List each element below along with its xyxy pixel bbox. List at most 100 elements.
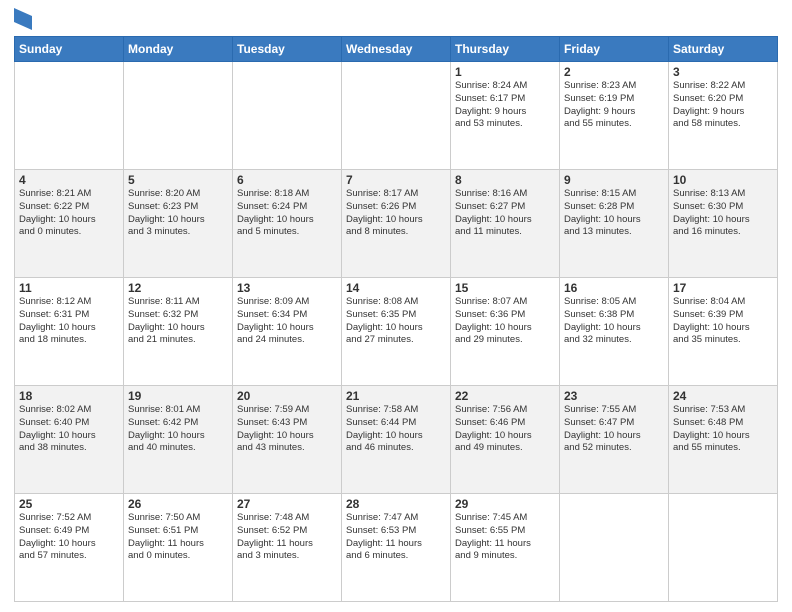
calendar-cell: 27Sunrise: 7:48 AM Sunset: 6:52 PM Dayli…	[233, 494, 342, 602]
calendar-cell: 9Sunrise: 8:15 AM Sunset: 6:28 PM Daylig…	[560, 170, 669, 278]
day-info: Sunrise: 8:16 AM Sunset: 6:27 PM Dayligh…	[455, 188, 555, 239]
day-number: 11	[19, 281, 119, 295]
calendar-cell: 16Sunrise: 8:05 AM Sunset: 6:38 PM Dayli…	[560, 278, 669, 386]
day-number: 9	[564, 173, 664, 187]
day-number: 10	[673, 173, 773, 187]
day-number: 28	[346, 497, 446, 511]
week-row-0: 1Sunrise: 8:24 AM Sunset: 6:17 PM Daylig…	[15, 62, 778, 170]
weekday-header-row: SundayMondayTuesdayWednesdayThursdayFrid…	[15, 37, 778, 62]
calendar-cell: 29Sunrise: 7:45 AM Sunset: 6:55 PM Dayli…	[451, 494, 560, 602]
day-info: Sunrise: 8:18 AM Sunset: 6:24 PM Dayligh…	[237, 188, 337, 239]
day-info: Sunrise: 8:13 AM Sunset: 6:30 PM Dayligh…	[673, 188, 773, 239]
calendar-cell: 8Sunrise: 8:16 AM Sunset: 6:27 PM Daylig…	[451, 170, 560, 278]
day-info: Sunrise: 8:12 AM Sunset: 6:31 PM Dayligh…	[19, 296, 119, 347]
calendar-cell: 25Sunrise: 7:52 AM Sunset: 6:49 PM Dayli…	[15, 494, 124, 602]
logo	[14, 10, 32, 30]
calendar-cell: 21Sunrise: 7:58 AM Sunset: 6:44 PM Dayli…	[342, 386, 451, 494]
calendar-cell: 7Sunrise: 8:17 AM Sunset: 6:26 PM Daylig…	[342, 170, 451, 278]
day-number: 14	[346, 281, 446, 295]
day-info: Sunrise: 7:48 AM Sunset: 6:52 PM Dayligh…	[237, 512, 337, 563]
day-number: 29	[455, 497, 555, 511]
day-number: 26	[128, 497, 228, 511]
calendar-cell: 13Sunrise: 8:09 AM Sunset: 6:34 PM Dayli…	[233, 278, 342, 386]
calendar-cell	[124, 62, 233, 170]
day-info: Sunrise: 8:20 AM Sunset: 6:23 PM Dayligh…	[128, 188, 228, 239]
logo-icon	[14, 8, 32, 30]
weekday-header-tuesday: Tuesday	[233, 37, 342, 62]
calendar-cell: 3Sunrise: 8:22 AM Sunset: 6:20 PM Daylig…	[669, 62, 778, 170]
header	[14, 10, 778, 30]
day-info: Sunrise: 8:01 AM Sunset: 6:42 PM Dayligh…	[128, 404, 228, 455]
day-info: Sunrise: 8:05 AM Sunset: 6:38 PM Dayligh…	[564, 296, 664, 347]
calendar-cell: 4Sunrise: 8:21 AM Sunset: 6:22 PM Daylig…	[15, 170, 124, 278]
day-info: Sunrise: 8:17 AM Sunset: 6:26 PM Dayligh…	[346, 188, 446, 239]
weekday-header-thursday: Thursday	[451, 37, 560, 62]
calendar-cell: 18Sunrise: 8:02 AM Sunset: 6:40 PM Dayli…	[15, 386, 124, 494]
week-row-4: 25Sunrise: 7:52 AM Sunset: 6:49 PM Dayli…	[15, 494, 778, 602]
day-number: 2	[564, 65, 664, 79]
day-info: Sunrise: 8:07 AM Sunset: 6:36 PM Dayligh…	[455, 296, 555, 347]
day-number: 4	[19, 173, 119, 187]
day-number: 22	[455, 389, 555, 403]
day-number: 3	[673, 65, 773, 79]
day-number: 24	[673, 389, 773, 403]
calendar-cell: 24Sunrise: 7:53 AM Sunset: 6:48 PM Dayli…	[669, 386, 778, 494]
day-number: 15	[455, 281, 555, 295]
day-info: Sunrise: 8:21 AM Sunset: 6:22 PM Dayligh…	[19, 188, 119, 239]
weekday-header-monday: Monday	[124, 37, 233, 62]
calendar-cell: 20Sunrise: 7:59 AM Sunset: 6:43 PM Dayli…	[233, 386, 342, 494]
calendar-table: SundayMondayTuesdayWednesdayThursdayFrid…	[14, 36, 778, 602]
day-number: 13	[237, 281, 337, 295]
day-number: 18	[19, 389, 119, 403]
day-info: Sunrise: 8:08 AM Sunset: 6:35 PM Dayligh…	[346, 296, 446, 347]
weekday-header-friday: Friday	[560, 37, 669, 62]
day-info: Sunrise: 8:24 AM Sunset: 6:17 PM Dayligh…	[455, 80, 555, 131]
calendar-cell: 11Sunrise: 8:12 AM Sunset: 6:31 PM Dayli…	[15, 278, 124, 386]
weekday-header-wednesday: Wednesday	[342, 37, 451, 62]
day-number: 25	[19, 497, 119, 511]
calendar-cell: 17Sunrise: 8:04 AM Sunset: 6:39 PM Dayli…	[669, 278, 778, 386]
calendar-cell: 2Sunrise: 8:23 AM Sunset: 6:19 PM Daylig…	[560, 62, 669, 170]
day-number: 27	[237, 497, 337, 511]
day-number: 1	[455, 65, 555, 79]
day-info: Sunrise: 7:52 AM Sunset: 6:49 PM Dayligh…	[19, 512, 119, 563]
weekday-header-sunday: Sunday	[15, 37, 124, 62]
week-row-3: 18Sunrise: 8:02 AM Sunset: 6:40 PM Dayli…	[15, 386, 778, 494]
day-number: 21	[346, 389, 446, 403]
calendar-cell: 15Sunrise: 8:07 AM Sunset: 6:36 PM Dayli…	[451, 278, 560, 386]
day-info: Sunrise: 8:02 AM Sunset: 6:40 PM Dayligh…	[19, 404, 119, 455]
calendar-cell: 22Sunrise: 7:56 AM Sunset: 6:46 PM Dayli…	[451, 386, 560, 494]
day-number: 17	[673, 281, 773, 295]
calendar-cell: 28Sunrise: 7:47 AM Sunset: 6:53 PM Dayli…	[342, 494, 451, 602]
calendar-cell: 23Sunrise: 7:55 AM Sunset: 6:47 PM Dayli…	[560, 386, 669, 494]
week-row-1: 4Sunrise: 8:21 AM Sunset: 6:22 PM Daylig…	[15, 170, 778, 278]
day-number: 7	[346, 173, 446, 187]
day-number: 20	[237, 389, 337, 403]
day-info: Sunrise: 8:22 AM Sunset: 6:20 PM Dayligh…	[673, 80, 773, 131]
day-info: Sunrise: 8:15 AM Sunset: 6:28 PM Dayligh…	[564, 188, 664, 239]
day-number: 8	[455, 173, 555, 187]
weekday-header-saturday: Saturday	[669, 37, 778, 62]
day-info: Sunrise: 7:56 AM Sunset: 6:46 PM Dayligh…	[455, 404, 555, 455]
day-number: 5	[128, 173, 228, 187]
day-info: Sunrise: 8:04 AM Sunset: 6:39 PM Dayligh…	[673, 296, 773, 347]
day-info: Sunrise: 7:53 AM Sunset: 6:48 PM Dayligh…	[673, 404, 773, 455]
calendar-cell: 10Sunrise: 8:13 AM Sunset: 6:30 PM Dayli…	[669, 170, 778, 278]
calendar-cell	[560, 494, 669, 602]
day-info: Sunrise: 7:58 AM Sunset: 6:44 PM Dayligh…	[346, 404, 446, 455]
calendar-cell	[233, 62, 342, 170]
day-info: Sunrise: 7:45 AM Sunset: 6:55 PM Dayligh…	[455, 512, 555, 563]
day-number: 23	[564, 389, 664, 403]
day-info: Sunrise: 7:59 AM Sunset: 6:43 PM Dayligh…	[237, 404, 337, 455]
day-info: Sunrise: 7:47 AM Sunset: 6:53 PM Dayligh…	[346, 512, 446, 563]
day-number: 16	[564, 281, 664, 295]
calendar-cell: 14Sunrise: 8:08 AM Sunset: 6:35 PM Dayli…	[342, 278, 451, 386]
calendar-cell: 6Sunrise: 8:18 AM Sunset: 6:24 PM Daylig…	[233, 170, 342, 278]
calendar-cell: 1Sunrise: 8:24 AM Sunset: 6:17 PM Daylig…	[451, 62, 560, 170]
day-info: Sunrise: 7:50 AM Sunset: 6:51 PM Dayligh…	[128, 512, 228, 563]
page: SundayMondayTuesdayWednesdayThursdayFrid…	[0, 0, 792, 612]
day-info: Sunrise: 8:23 AM Sunset: 6:19 PM Dayligh…	[564, 80, 664, 131]
calendar-cell: 26Sunrise: 7:50 AM Sunset: 6:51 PM Dayli…	[124, 494, 233, 602]
day-info: Sunrise: 8:11 AM Sunset: 6:32 PM Dayligh…	[128, 296, 228, 347]
day-info: Sunrise: 8:09 AM Sunset: 6:34 PM Dayligh…	[237, 296, 337, 347]
